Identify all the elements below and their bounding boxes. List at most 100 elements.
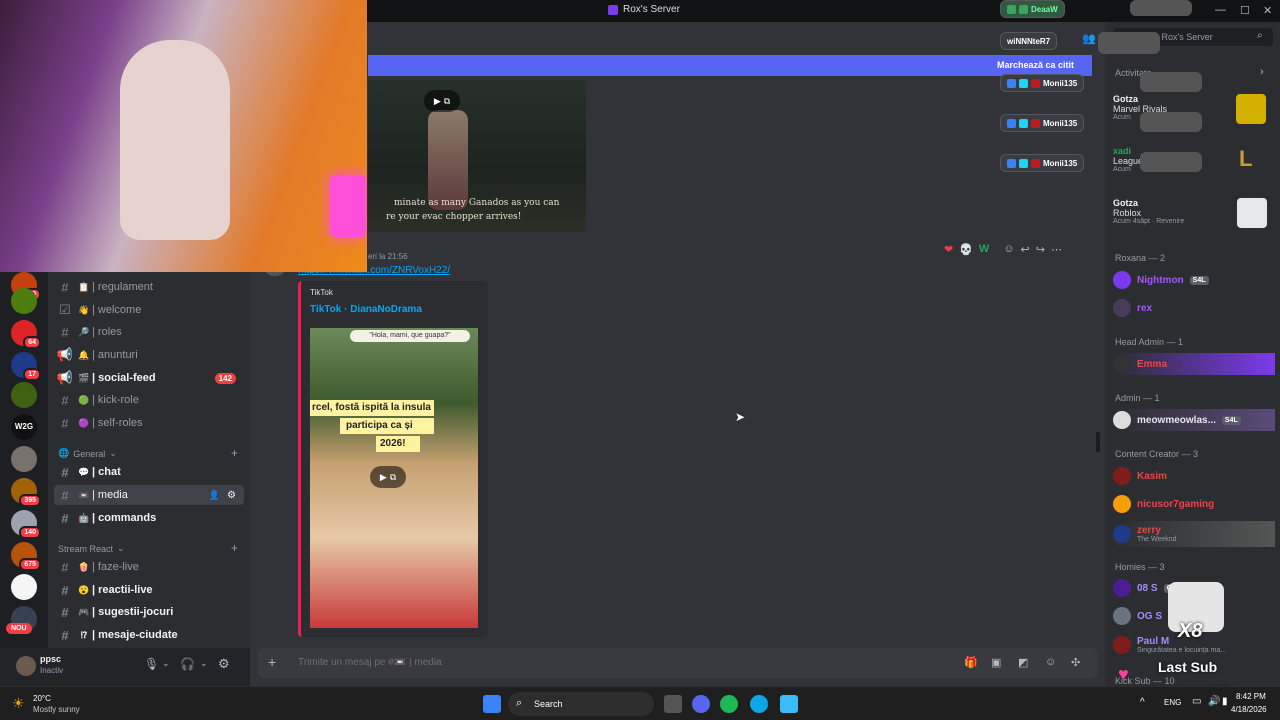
gift-icon[interactable]: 🎁 bbox=[964, 656, 978, 669]
channel-anunturi[interactable]: 📢 🔔 | anunturi bbox=[54, 345, 244, 365]
microphone-icon[interactable]: 🎙 bbox=[144, 657, 159, 671]
edge-icon[interactable] bbox=[750, 695, 768, 713]
clock-time[interactable]: 8:42 PM bbox=[1236, 692, 1266, 701]
hash-icon: # bbox=[61, 392, 69, 408]
clock-date[interactable]: 4/18/2026 bbox=[1231, 705, 1267, 714]
event-pill: wiNNNteR7 bbox=[1000, 32, 1058, 50]
category-stream-react[interactable]: Stream React ⌄ bbox=[58, 543, 125, 554]
channel-media[interactable]: # 📼 | media 👤 ⚙ bbox=[54, 485, 244, 505]
more-icon[interactable]: ⋯ bbox=[1051, 243, 1062, 256]
volume-icon[interactable]: 🔊 bbox=[1208, 696, 1220, 707]
tiktok-video[interactable]: "Hola, mami, que guapa?" rcel, fostă isp… bbox=[310, 328, 478, 628]
avatar bbox=[1113, 411, 1131, 429]
webcam-light bbox=[330, 175, 366, 237]
battery-icon[interactable]: ▮ bbox=[1222, 696, 1228, 707]
channel-welcome[interactable]: ☑ 👋 | welcome bbox=[54, 300, 244, 320]
w-reaction[interactable]: W bbox=[979, 243, 989, 255]
channel-faze-live[interactable]: # 🍿 | faze-live bbox=[54, 557, 244, 577]
member-row[interactable]: meowmeowlas... S4L bbox=[1113, 409, 1275, 431]
chevron-up-icon[interactable]: ^ bbox=[1140, 697, 1145, 708]
member-row[interactable]: rex bbox=[1113, 297, 1275, 319]
sticker-icon[interactable]: ◩ bbox=[1018, 656, 1028, 669]
chevron-right-icon[interactable]: › bbox=[1260, 66, 1264, 78]
server-icon[interactable] bbox=[11, 288, 37, 314]
add-channel-button[interactable]: + bbox=[231, 541, 238, 555]
monitor-icon[interactable]: ▭ bbox=[1192, 696, 1201, 707]
member-row[interactable]: Nightmon S4L bbox=[1113, 269, 1275, 291]
minimize-button[interactable]: — bbox=[1215, 4, 1226, 16]
gif-icon[interactable]: ▣ bbox=[991, 656, 1001, 669]
channel-sugestii-jocuri[interactable]: # 🎮 | sugestii-jocuri bbox=[54, 602, 244, 622]
server-icon[interactable]: 395 bbox=[11, 478, 41, 507]
start-icon[interactable] bbox=[483, 695, 501, 713]
weather-temp[interactable]: 20°C bbox=[33, 694, 51, 703]
member-row[interactable]: nicusor7gaming bbox=[1113, 493, 1275, 515]
server-icon[interactable] bbox=[11, 382, 37, 408]
server-icon[interactable] bbox=[11, 446, 37, 472]
member-row[interactable]: Kasim bbox=[1113, 465, 1275, 487]
member-row[interactable]: Emma bbox=[1113, 353, 1275, 375]
external-icon: ⧉ bbox=[443, 95, 451, 106]
message-composer[interactable]: + Trimite un mesaj pe #📼 | media 🎁 ▣ ◩ ☺… bbox=[258, 648, 1098, 678]
channel-regulament[interactable]: # 📋 | regulament bbox=[54, 277, 244, 297]
activity-card[interactable]: Gotza Roblox Acum 4săpt · Revenire bbox=[1113, 198, 1273, 228]
gear-icon[interactable]: ⚙ bbox=[227, 490, 236, 501]
apps-icon[interactable]: ✣ bbox=[1071, 656, 1080, 669]
forward-icon[interactable]: ↪ bbox=[1036, 243, 1045, 256]
chat-scrollbar[interactable] bbox=[1096, 432, 1100, 452]
channel-reactii-live[interactable]: # 😮 | reactii-live bbox=[54, 580, 244, 600]
composer-placeholder[interactable]: Trimite un mesaj pe #📼 | media bbox=[298, 657, 442, 668]
attach-plus-icon[interactable]: + bbox=[268, 654, 276, 670]
mark-read-button[interactable]: Marchează ca citit bbox=[997, 60, 1074, 70]
member-row[interactable]: zerry The Weeknd bbox=[1113, 521, 1275, 547]
server-icon[interactable] bbox=[11, 574, 37, 600]
skull-reaction[interactable]: 💀 bbox=[959, 243, 973, 256]
server-icon[interactable]: W2G bbox=[11, 414, 37, 440]
unread-banner[interactable]: Marchează ca citit bbox=[368, 55, 1092, 76]
heart-reaction[interactable]: ❤ bbox=[944, 243, 953, 256]
headphones-icon[interactable]: 🎧 bbox=[180, 657, 195, 671]
category-general[interactable]: 🌐 General ⌄ bbox=[58, 448, 117, 459]
server-icon[interactable]: 140 bbox=[11, 510, 41, 539]
emoji-icon[interactable]: ☺ bbox=[1045, 656, 1056, 668]
channel-chat[interactable]: # 💬 | chat bbox=[54, 462, 244, 482]
play-icon: ▶ bbox=[379, 471, 387, 482]
add-reaction-icon[interactable]: ☺ bbox=[1003, 243, 1014, 255]
search-input[interactable]: ⌕ Search bbox=[508, 692, 654, 716]
explorer-icon[interactable] bbox=[780, 695, 798, 713]
play-button[interactable]: ▶ ⧉ bbox=[370, 466, 406, 488]
discord-icon[interactable] bbox=[692, 695, 710, 713]
channel-kick-role[interactable]: # 🟢 | kick-role bbox=[54, 390, 244, 410]
taskbar: ☀ 20°C Mostly sunny ⌕ Search ^ ENG ▭ 🔊 ▮… bbox=[0, 686, 1280, 720]
avatar[interactable] bbox=[16, 656, 36, 676]
maximize-button[interactable]: ☐ bbox=[1240, 4, 1250, 17]
play-button[interactable]: ▶ ⧉ bbox=[424, 90, 460, 112]
server-icon[interactable]: 64 bbox=[11, 320, 41, 349]
video-embed-1[interactable]: minate as many Ganados as you can re you… bbox=[368, 80, 586, 232]
close-button[interactable]: ✕ bbox=[1263, 4, 1272, 17]
add-channel-button[interactable]: + bbox=[231, 446, 238, 460]
channel-mesaje-ciudate[interactable]: # ⁉ | mesaje-ciudate bbox=[54, 625, 244, 645]
members-toggle-icon[interactable]: 👥 bbox=[1082, 32, 1096, 45]
spotify-icon[interactable] bbox=[720, 695, 738, 713]
task-view-icon[interactable] bbox=[664, 695, 682, 713]
server-icon[interactable]: 675 bbox=[11, 542, 41, 571]
hash-icon: # bbox=[61, 582, 69, 598]
channel-commands[interactable]: # 🤖 | commands bbox=[54, 508, 244, 528]
username[interactable]: ppsc bbox=[40, 654, 61, 664]
gear-icon[interactable]: ⚙ bbox=[218, 656, 230, 672]
weather-desc[interactable]: Mostly sunny bbox=[33, 705, 80, 714]
embed-title[interactable]: TikTok · DianaNoDrama bbox=[310, 304, 422, 315]
chevron-down-icon[interactable]: ⌄ bbox=[162, 658, 170, 669]
channel-social-feed[interactable]: 📢 🎬 | social-feed 142 bbox=[54, 368, 244, 388]
hash-icon: # bbox=[61, 627, 69, 643]
channel-roles[interactable]: # 🔎 | roles bbox=[54, 322, 244, 342]
alert-title: Last Sub bbox=[1158, 659, 1218, 675]
reply-icon[interactable]: ↩ bbox=[1021, 243, 1030, 256]
server-icon[interactable]: 17 bbox=[11, 352, 41, 381]
weather-icon[interactable]: ☀ bbox=[12, 695, 25, 712]
language-indicator[interactable]: ENG bbox=[1164, 698, 1181, 707]
invite-icon[interactable]: 👤 bbox=[209, 490, 220, 501]
chevron-down-icon[interactable]: ⌄ bbox=[200, 658, 208, 669]
channel-self-roles[interactable]: # 🟣 | self-roles bbox=[54, 413, 244, 433]
